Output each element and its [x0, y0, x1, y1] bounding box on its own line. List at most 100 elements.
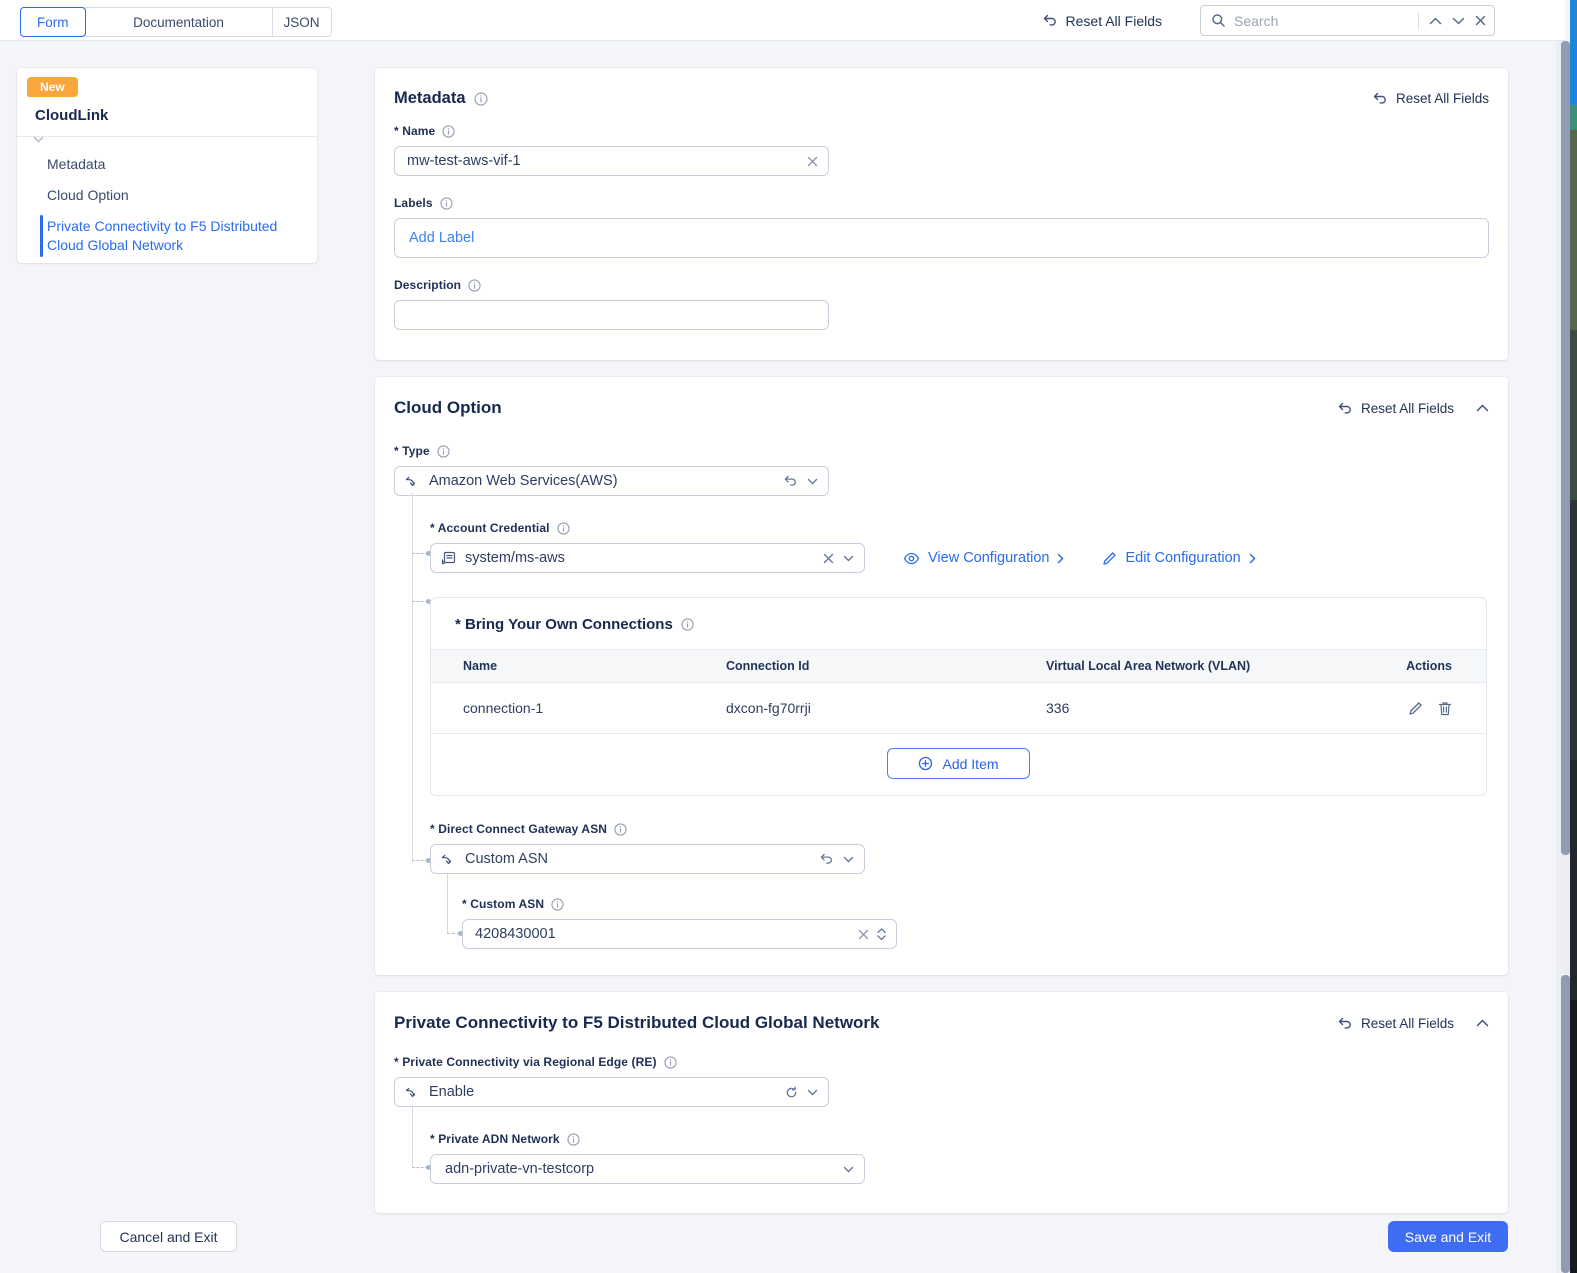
- tab-documentation[interactable]: Documentation: [84, 7, 273, 37]
- private-adn-select[interactable]: adn-private-vn-testcorp: [430, 1154, 865, 1184]
- clear-icon[interactable]: [858, 929, 869, 940]
- info-icon[interactable]: [567, 1132, 580, 1146]
- chevron-down-icon[interactable]: [807, 1089, 818, 1096]
- search-box[interactable]: [1200, 5, 1495, 36]
- view-configuration-label: View Configuration: [928, 550, 1050, 566]
- collapse-section-icon[interactable]: [1476, 1019, 1489, 1027]
- delete-row-icon[interactable]: [1438, 701, 1452, 716]
- reset-fields-label: Reset All Fields: [1360, 1015, 1454, 1031]
- reset-all-fields-button[interactable]: Reset All Fields: [1042, 13, 1162, 29]
- metadata-section-title: Metadata: [394, 89, 466, 107]
- chevron-right-icon: [1249, 553, 1256, 564]
- plus-circle-icon: [918, 756, 933, 771]
- cancel-and-exit-button[interactable]: Cancel and Exit: [100, 1221, 237, 1252]
- info-icon[interactable]: [663, 1055, 677, 1069]
- info-icon[interactable]: [473, 91, 488, 106]
- new-badge: New: [27, 77, 78, 97]
- cell-name: connection-1: [463, 700, 544, 716]
- name-field: [394, 146, 829, 176]
- scrollbar-thumb[interactable]: [1561, 975, 1570, 1273]
- info-icon[interactable]: [551, 897, 564, 911]
- regional-edge-select[interactable]: Enable: [394, 1077, 829, 1107]
- info-icon[interactable]: [442, 124, 455, 138]
- connector-branch: [412, 599, 431, 604]
- cell-vlan: 336: [1046, 700, 1070, 716]
- collapse-section-icon[interactable]: [1476, 404, 1489, 412]
- dcg-asn-field-label: * Direct Connect Gateway ASN: [430, 822, 608, 836]
- labels-field-label: Labels: [394, 196, 433, 210]
- chevron-down-icon[interactable]: [843, 1166, 854, 1173]
- type-select-value: Amazon Web Services(AWS): [429, 473, 618, 489]
- metadata-reset-fields-button[interactable]: Reset All Fields: [1372, 91, 1489, 106]
- add-label-button[interactable]: Add Label: [409, 230, 474, 246]
- info-icon[interactable]: [556, 521, 570, 535]
- info-icon[interactable]: [614, 822, 627, 836]
- view-configuration-link[interactable]: View Configuration: [903, 550, 1065, 566]
- name-input[interactable]: [407, 153, 799, 169]
- clear-icon[interactable]: [807, 156, 818, 167]
- clear-icon[interactable]: [823, 553, 834, 564]
- info-icon[interactable]: [468, 278, 481, 292]
- info-icon[interactable]: [439, 196, 453, 210]
- account-credential-select[interactable]: system/ms-aws: [430, 543, 865, 573]
- connector-branch: [412, 858, 431, 863]
- info-icon[interactable]: [681, 618, 694, 631]
- cell-connection-id: dxcon-fg70rrji: [726, 700, 811, 716]
- undo-icon: [1337, 1016, 1353, 1031]
- column-header-connection-id: Connection Id: [726, 659, 810, 673]
- column-header-vlan: Virtual Local Area Network (VLAN): [1046, 659, 1251, 673]
- stepper-up-icon[interactable]: [877, 927, 886, 934]
- reference-object-icon: [441, 551, 456, 566]
- sidebar-item-private-connectivity[interactable]: Private Connectivity to F5 Distributed C…: [17, 211, 307, 261]
- dcg-asn-select-value: Custom ASN: [465, 851, 548, 867]
- scrollbar-thumb[interactable]: [1561, 41, 1570, 855]
- connector-branch: [412, 1165, 431, 1170]
- undo-icon: [1337, 401, 1353, 416]
- oneof-selector-icon: [405, 1086, 420, 1099]
- search-icon: [1211, 13, 1226, 28]
- custom-asn-input[interactable]: [475, 926, 850, 942]
- add-item-button[interactable]: Add Item: [887, 748, 1030, 779]
- private-connectivity-section: Private Connectivity to F5 Distributed C…: [375, 992, 1508, 1213]
- custom-asn-field: [462, 919, 897, 949]
- private-adn-field-label: * Private ADN Network: [430, 1132, 560, 1146]
- field-reset-icon[interactable]: [819, 852, 834, 866]
- cloud-option-section: Cloud Option Reset All Fields * Type Ama…: [375, 377, 1508, 975]
- chevron-down-icon[interactable]: [843, 856, 854, 863]
- sidebar-item-metadata[interactable]: Metadata: [17, 149, 317, 180]
- search-input[interactable]: [1234, 12, 1410, 29]
- search-close-icon[interactable]: [1475, 15, 1486, 26]
- private-connectivity-reset-fields-button[interactable]: Reset All Fields: [1337, 1016, 1454, 1031]
- column-header-name: Name: [463, 659, 498, 673]
- chevron-down-icon[interactable]: [807, 478, 818, 485]
- sidebar-item-cloud-option[interactable]: Cloud Option: [17, 180, 317, 211]
- field-reset-icon[interactable]: [783, 474, 798, 488]
- reset-fields-label: Reset All Fields: [1360, 400, 1454, 416]
- info-icon[interactable]: [437, 444, 450, 458]
- regional-edge-select-value: Enable: [429, 1084, 475, 1100]
- chevron-down-icon[interactable]: [843, 555, 854, 562]
- cloud-option-section-title: Cloud Option: [394, 398, 502, 417]
- edit-configuration-label: Edit Configuration: [1125, 550, 1241, 566]
- regional-edge-field-label: * Private Connectivity via Regional Edge…: [394, 1055, 657, 1069]
- cloud-option-reset-fields-button[interactable]: Reset All Fields: [1337, 401, 1454, 416]
- top-toolbar: Form Documentation JSON Reset All Fields: [0, 0, 1565, 41]
- edit-row-icon[interactable]: [1408, 701, 1423, 716]
- labels-field[interactable]: Add Label: [394, 218, 1489, 258]
- reset-all-fields-label: Reset All Fields: [1065, 12, 1162, 29]
- stepper-down-icon[interactable]: [877, 934, 886, 941]
- tab-json[interactable]: JSON: [271, 7, 332, 37]
- tab-form[interactable]: Form: [20, 7, 86, 37]
- collapse-caret-icon[interactable]: [33, 136, 44, 143]
- pencil-icon: [1102, 551, 1117, 566]
- description-input[interactable]: [407, 307, 818, 323]
- oneof-selector-icon: [405, 475, 420, 488]
- refresh-icon[interactable]: [785, 1085, 798, 1099]
- dcg-asn-select[interactable]: Custom ASN: [430, 844, 865, 874]
- search-next-icon[interactable]: [1452, 17, 1465, 25]
- type-select[interactable]: Amazon Web Services(AWS): [394, 466, 829, 496]
- save-and-exit-button[interactable]: Save and Exit: [1388, 1221, 1508, 1252]
- search-prev-icon[interactable]: [1429, 16, 1442, 25]
- edit-configuration-link[interactable]: Edit Configuration: [1102, 550, 1256, 566]
- reset-fields-label: Reset All Fields: [1395, 91, 1489, 106]
